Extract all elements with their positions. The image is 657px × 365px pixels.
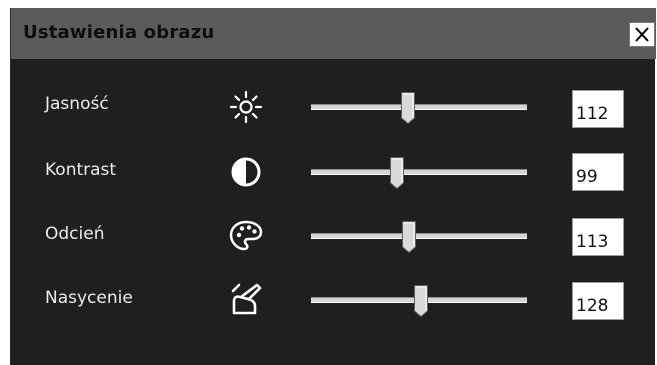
slider-thumb[interactable] [414,285,429,317]
brightness-slider[interactable] [311,92,527,124]
brightness-sun-icon [229,90,263,124]
contrast-slider[interactable] [311,157,527,189]
slider-thumb[interactable] [400,92,415,124]
brightness-value-field[interactable] [572,90,624,128]
contrast-icon [231,157,261,187]
slider-track [311,169,527,175]
contrast-label: Kontrast [45,160,117,180]
title-bar[interactable]: Ustawienia obrazu [11,8,656,59]
close-icon [635,27,649,42]
dialog-title: Ustawienia obrazu [23,22,215,43]
hue-value-field[interactable] [572,218,624,256]
palette-icon [229,220,263,251]
brightness-label: Jasność [45,94,109,114]
saturation-brush-icon [231,283,262,315]
slider-track [311,233,527,239]
close-button[interactable] [629,22,655,47]
saturation-value-field[interactable] [572,282,624,320]
slider-thumb[interactable] [389,157,404,189]
saturation-label: Nasycenie [45,288,133,308]
saturation-slider[interactable] [311,285,527,317]
image-settings-dialog: Ustawienia obrazu Jasność Ko [10,8,656,365]
slider-track [311,104,527,110]
contrast-value-field[interactable] [572,153,624,191]
slider-thumb[interactable] [401,221,416,253]
hue-slider[interactable] [311,221,527,253]
hue-label: Odcień [45,224,105,244]
